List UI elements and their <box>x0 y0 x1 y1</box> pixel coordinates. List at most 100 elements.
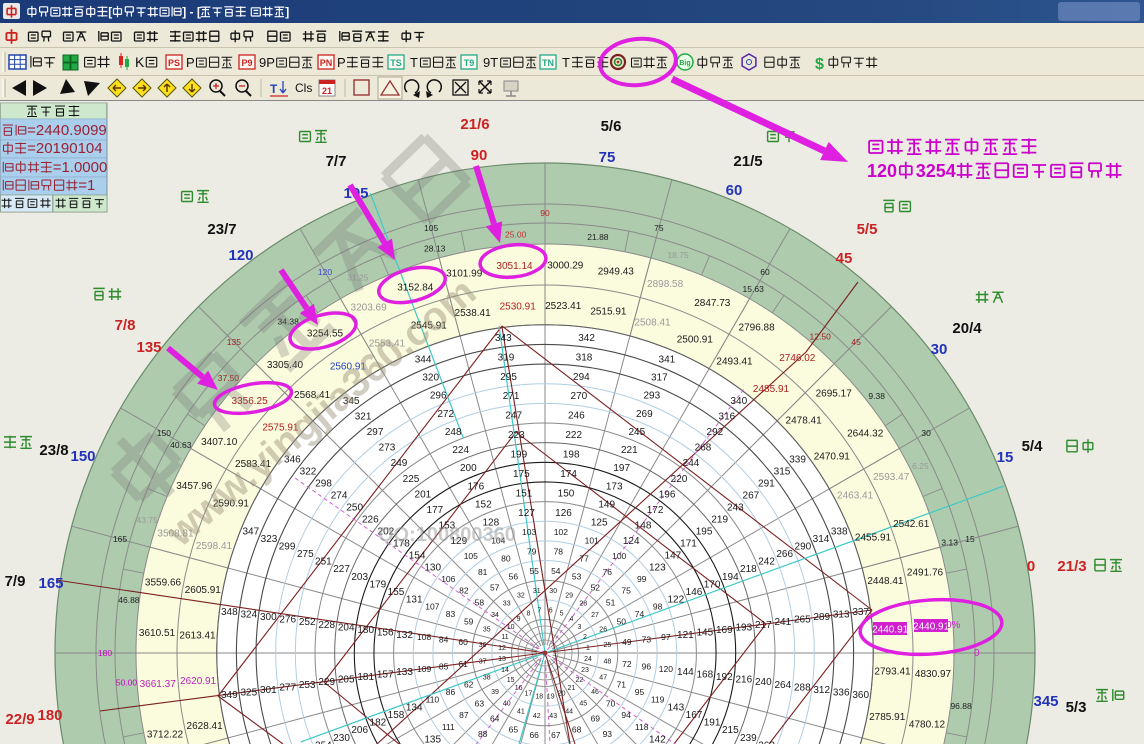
svg-text:150: 150 <box>70 448 95 465</box>
svg-text:P: P <box>337 55 346 70</box>
svg-text:75: 75 <box>654 223 664 233</box>
svg-text:252: 252 <box>299 617 316 628</box>
svg-text:336: 336 <box>833 688 850 699</box>
svg-text:120: 120 <box>659 664 673 674</box>
svg-text:7/9: 7/9 <box>5 573 26 590</box>
svg-text:2898.58: 2898.58 <box>647 279 684 290</box>
svg-text:296: 296 <box>430 391 447 402</box>
svg-text:31: 31 <box>533 588 541 595</box>
svg-text:8: 8 <box>526 610 530 617</box>
svg-text:77: 77 <box>579 554 589 564</box>
svg-text:88: 88 <box>478 729 488 739</box>
svg-text:246: 246 <box>568 411 585 422</box>
svg-text:90: 90 <box>540 208 550 218</box>
svg-text:219: 219 <box>711 515 728 526</box>
svg-text:175: 175 <box>513 469 530 480</box>
svg-text:25: 25 <box>604 642 612 649</box>
svg-text:28.13: 28.13 <box>424 243 446 253</box>
svg-text:2644.32: 2644.32 <box>847 429 884 440</box>
svg-text:72: 72 <box>622 659 632 669</box>
svg-text:224: 224 <box>452 445 469 456</box>
svg-text:98: 98 <box>653 601 663 611</box>
svg-text:50.00: 50.00 <box>116 677 138 687</box>
svg-text:37: 37 <box>479 659 487 666</box>
svg-text:15: 15 <box>997 449 1014 466</box>
svg-text:345: 345 <box>1033 693 1058 710</box>
svg-text:75: 75 <box>621 586 631 596</box>
svg-text:195: 195 <box>696 526 713 537</box>
svg-text:84: 84 <box>439 635 449 645</box>
svg-text:TS: TS <box>390 58 402 68</box>
svg-text:7/8: 7/8 <box>115 317 136 334</box>
svg-text:198: 198 <box>563 450 580 461</box>
svg-text:34: 34 <box>491 612 499 619</box>
svg-text:152: 152 <box>475 500 492 511</box>
svg-text:297: 297 <box>367 427 384 438</box>
svg-text:295: 295 <box>500 372 517 383</box>
svg-text:=2440.9099: =2440.9099 <box>27 122 107 139</box>
svg-text:3407.10: 3407.10 <box>201 437 238 448</box>
svg-text:318: 318 <box>576 352 593 363</box>
svg-text:215: 215 <box>722 725 739 736</box>
svg-text:9: 9 <box>517 616 521 623</box>
svg-text:42: 42 <box>533 713 541 720</box>
svg-text:Big: Big <box>679 60 690 67</box>
svg-text:101: 101 <box>585 535 599 545</box>
svg-text:142: 142 <box>649 735 666 744</box>
svg-text:23: 23 <box>581 667 589 674</box>
svg-text:151: 151 <box>516 489 533 500</box>
svg-text:200: 200 <box>460 463 477 474</box>
svg-text:=1.00000: =1.00000 <box>53 159 116 176</box>
svg-text:322: 322 <box>300 467 317 478</box>
svg-text:216: 216 <box>735 675 752 686</box>
svg-text:2796.88: 2796.88 <box>739 323 776 334</box>
svg-text:3661.37: 3661.37 <box>140 679 177 690</box>
svg-text:21: 21 <box>322 86 332 96</box>
svg-text:=1: =1 <box>78 177 95 194</box>
svg-text:T: T <box>270 82 278 96</box>
svg-text:49: 49 <box>622 637 632 647</box>
svg-text:Cls: Cls <box>295 81 312 95</box>
svg-text:165: 165 <box>38 575 63 592</box>
svg-text:339: 339 <box>789 455 806 466</box>
svg-text:135: 135 <box>424 735 441 744</box>
svg-text:301: 301 <box>260 685 277 696</box>
svg-text:134: 134 <box>406 703 423 714</box>
svg-text:265: 265 <box>794 615 811 626</box>
svg-text:206: 206 <box>351 725 368 736</box>
svg-text:21/6: 21/6 <box>460 116 489 133</box>
svg-text:27: 27 <box>591 612 599 619</box>
svg-text:3000.29: 3000.29 <box>547 261 584 272</box>
svg-text:53: 53 <box>572 572 582 582</box>
svg-text:124: 124 <box>623 536 640 547</box>
svg-text:245: 245 <box>628 427 645 438</box>
svg-text:54: 54 <box>551 566 561 576</box>
svg-text:81: 81 <box>478 567 488 577</box>
svg-text:5/4: 5/4 <box>1022 438 1044 455</box>
svg-text:39: 39 <box>491 689 499 696</box>
svg-text:271: 271 <box>503 391 520 402</box>
svg-text:250: 250 <box>346 503 363 514</box>
svg-text:316: 316 <box>719 412 736 423</box>
svg-text:249: 249 <box>391 458 408 469</box>
svg-text:21: 21 <box>568 685 576 692</box>
svg-text:111: 111 <box>442 722 455 732</box>
svg-text:298: 298 <box>315 479 332 490</box>
svg-text:132: 132 <box>396 630 413 641</box>
svg-text:319: 319 <box>498 352 515 363</box>
svg-text:343: 343 <box>495 333 512 344</box>
svg-text:5/3: 5/3 <box>1066 699 1087 716</box>
svg-text:4830.97: 4830.97 <box>915 669 952 680</box>
svg-text:46.88: 46.88 <box>118 595 140 605</box>
svg-text:157: 157 <box>377 670 394 681</box>
svg-text:2530.91: 2530.91 <box>500 302 537 313</box>
svg-text:35: 35 <box>483 626 491 633</box>
svg-text:93: 93 <box>603 729 613 739</box>
svg-text:149: 149 <box>598 500 615 511</box>
svg-text:40.63: 40.63 <box>170 440 192 450</box>
svg-text:338: 338 <box>831 527 848 538</box>
svg-text:51: 51 <box>606 598 616 608</box>
svg-text:292: 292 <box>707 427 724 438</box>
svg-text:63: 63 <box>475 698 485 708</box>
svg-text:99: 99 <box>637 574 647 584</box>
